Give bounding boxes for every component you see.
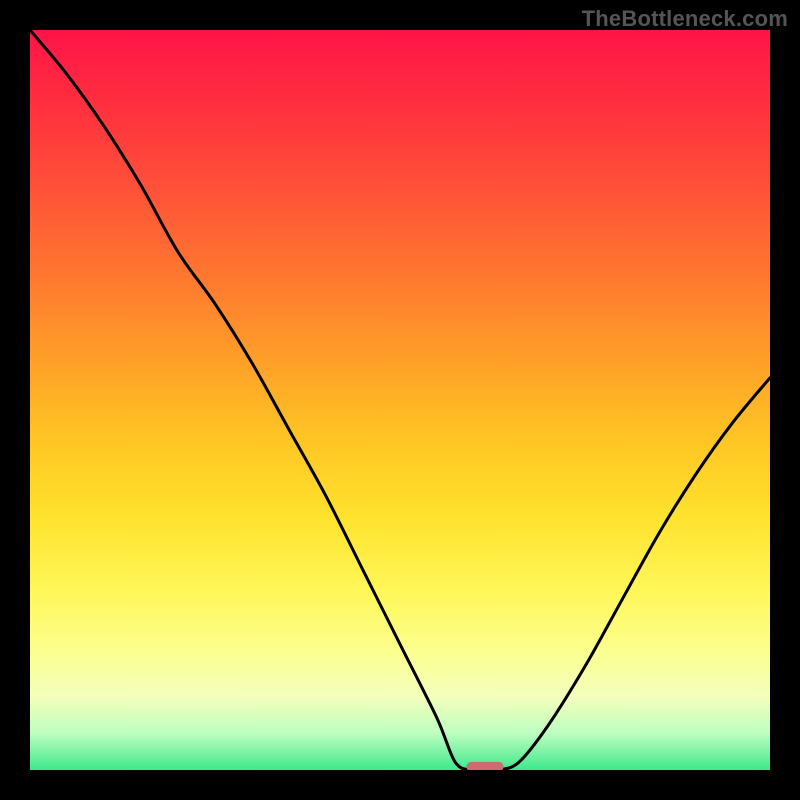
curve-path bbox=[30, 30, 770, 770]
chart-frame: TheBottleneck.com bbox=[0, 0, 800, 800]
optimum-marker bbox=[467, 762, 504, 770]
plot-area bbox=[30, 30, 770, 770]
bottleneck-curve bbox=[30, 30, 770, 770]
watermark-text: TheBottleneck.com bbox=[582, 6, 788, 32]
